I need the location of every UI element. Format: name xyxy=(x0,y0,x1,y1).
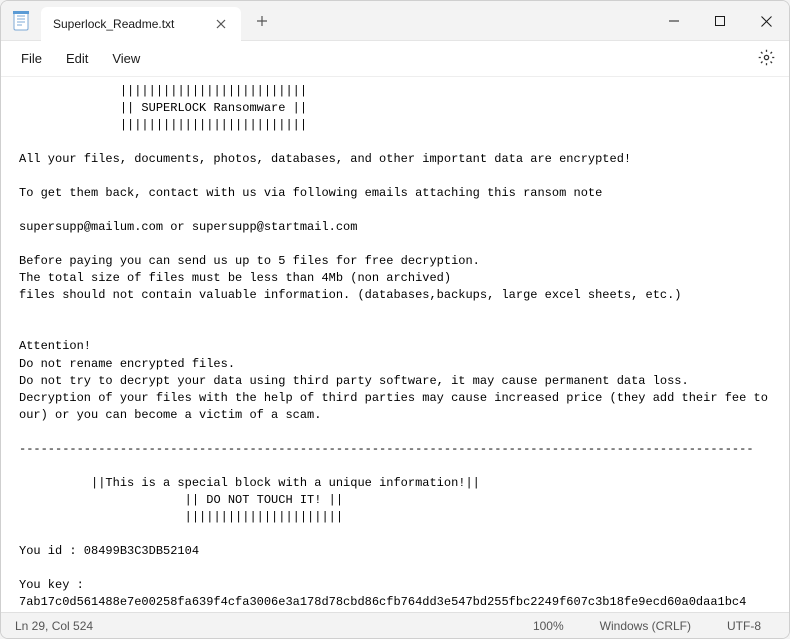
encoding[interactable]: UTF-8 xyxy=(713,619,775,633)
zoom-level[interactable]: 100% xyxy=(519,619,578,633)
menu-view[interactable]: View xyxy=(100,45,152,72)
menu-edit[interactable]: Edit xyxy=(54,45,100,72)
editor-area[interactable]: |||||||||||||||||||||||||| || SUPERLOCK … xyxy=(1,77,789,612)
statusbar: Ln 29, Col 524 100% Windows (CRLF) UTF-8 xyxy=(1,612,789,638)
maximize-button[interactable] xyxy=(697,1,743,41)
document-text: |||||||||||||||||||||||||| || SUPERLOCK … xyxy=(19,83,771,611)
document-tab[interactable]: Superlock_Readme.txt xyxy=(41,7,241,41)
new-tab-button[interactable] xyxy=(247,6,277,36)
tab-title: Superlock_Readme.txt xyxy=(53,17,213,31)
close-window-button[interactable] xyxy=(743,1,789,41)
menubar: File Edit View xyxy=(1,41,789,77)
menu-file[interactable]: File xyxy=(9,45,54,72)
notepad-icon xyxy=(13,11,29,31)
notepad-window: Superlock_Readme.txt File Edit View xyxy=(0,0,790,639)
cursor-position[interactable]: Ln 29, Col 524 xyxy=(15,619,107,633)
minimize-button[interactable] xyxy=(651,1,697,41)
window-controls xyxy=(651,1,789,41)
settings-button[interactable] xyxy=(753,47,779,73)
line-ending[interactable]: Windows (CRLF) xyxy=(586,619,705,633)
gear-icon xyxy=(758,49,775,71)
titlebar: Superlock_Readme.txt xyxy=(1,1,789,41)
close-tab-button[interactable] xyxy=(213,16,229,32)
